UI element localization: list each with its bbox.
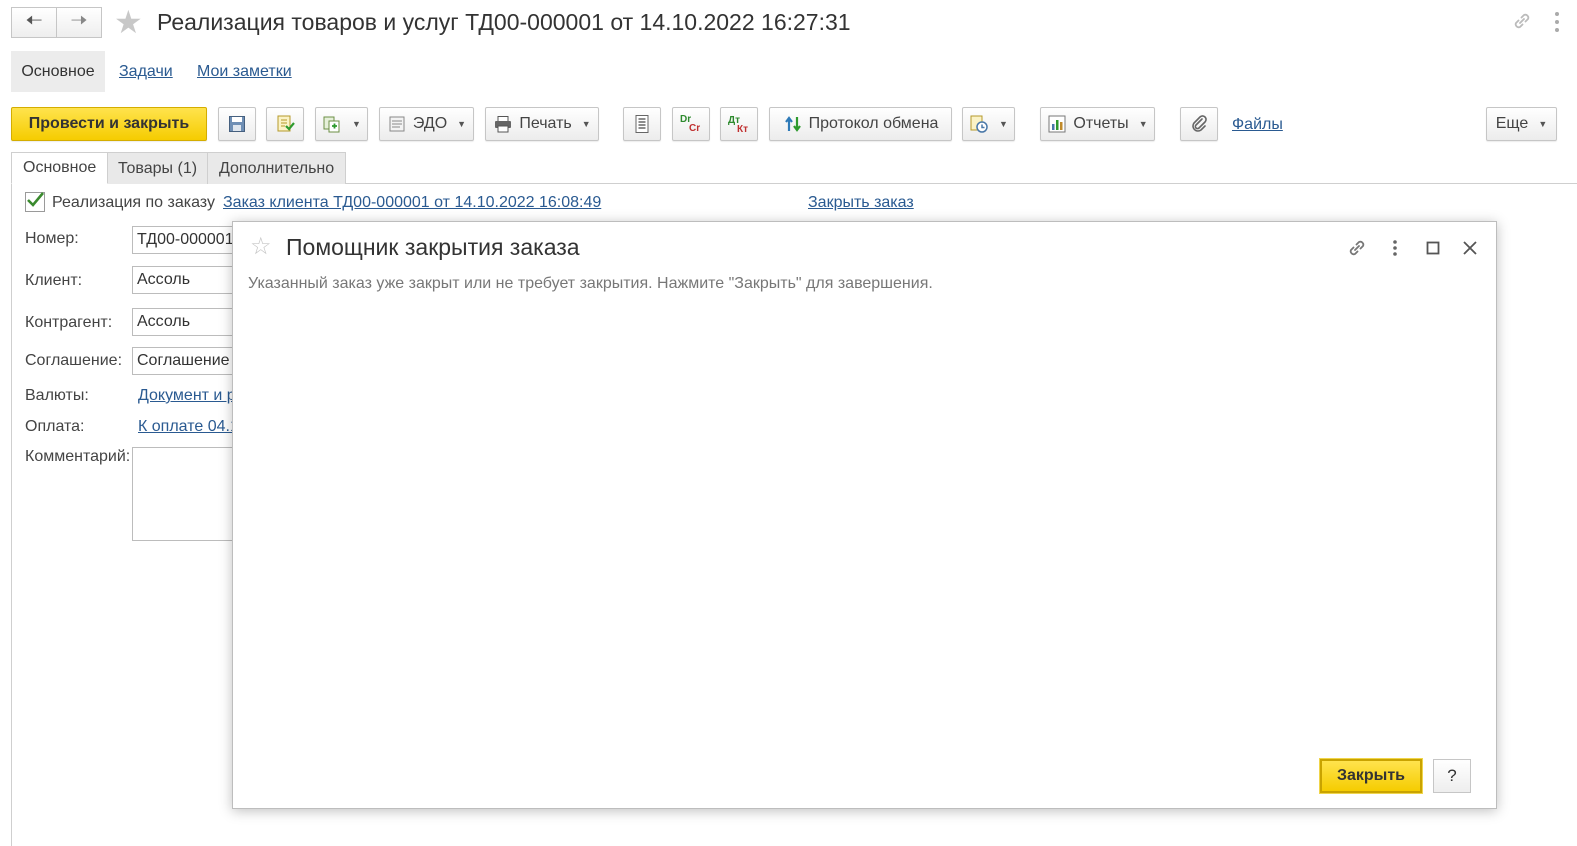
dialog-close-icon[interactable] bbox=[1458, 236, 1482, 260]
dropdown-caret-icon: ▼ bbox=[999, 119, 1008, 129]
arrow-left-icon: 🠠 bbox=[25, 9, 43, 32]
dialog-link-icon[interactable] bbox=[1345, 236, 1369, 260]
dialog-title: Помощник закрытия заказа bbox=[286, 234, 580, 260]
dialog-help-button[interactable]: ? bbox=[1433, 759, 1471, 793]
post-and-close-button[interactable]: Провести и закрыть bbox=[11, 107, 207, 141]
payment-link[interactable]: К оплате 04.1 bbox=[138, 418, 239, 436]
agreement-label: Соглашение: bbox=[25, 352, 123, 369]
dropdown-caret-icon: ▼ bbox=[1538, 119, 1548, 129]
close-order-link[interactable]: Закрыть заказ bbox=[808, 194, 914, 212]
post-document-icon bbox=[277, 115, 295, 132]
dialog-more-vertical-icon[interactable] bbox=[1383, 236, 1407, 260]
reports-chart-icon bbox=[1048, 115, 1066, 133]
edo-label: ЭДО bbox=[412, 115, 448, 132]
kt-label: Кт bbox=[737, 124, 749, 135]
attach-files-button[interactable] bbox=[1180, 107, 1218, 141]
back-button[interactable]: 🠠 bbox=[11, 7, 57, 38]
cr-label: Cr bbox=[689, 123, 701, 134]
reports-label: Отчеты bbox=[1073, 115, 1129, 132]
edo-button[interactable]: ЭДО ▼ bbox=[379, 107, 474, 141]
link-icon[interactable] bbox=[1511, 10, 1533, 32]
counterparty-label: Контрагент: bbox=[25, 314, 113, 331]
dialog-message: Указанный заказ уже закрыт или не требуе… bbox=[248, 275, 933, 292]
more-vertical-icon[interactable] bbox=[1553, 10, 1561, 34]
structure-button[interactable] bbox=[623, 107, 661, 141]
dialog-close-button[interactable]: Закрыть bbox=[1320, 759, 1422, 793]
dropdown-caret-icon: ▼ bbox=[352, 119, 361, 129]
currency-link[interactable]: Документ и р bbox=[138, 387, 236, 405]
comment-label: Комментарий: bbox=[25, 448, 131, 465]
by-order-label: Реализация по заказу bbox=[52, 194, 215, 211]
section-tab-main[interactable]: Основное bbox=[11, 51, 105, 92]
dr-cr-icon: Dr Cr bbox=[680, 114, 702, 134]
more-label: Еще bbox=[1495, 115, 1529, 132]
dropdown-caret-icon: ▼ bbox=[457, 119, 467, 129]
form-tab-main[interactable]: Основное bbox=[11, 152, 109, 184]
reports-button[interactable]: Отчеты ▼ bbox=[1040, 107, 1155, 141]
dropdown-caret-icon: ▼ bbox=[1138, 119, 1148, 129]
dt-kt-icon: Дт Кт bbox=[728, 114, 750, 135]
form-left-border bbox=[11, 184, 12, 846]
comment-textarea[interactable] bbox=[132, 447, 242, 541]
forward-button[interactable]: 🠢 bbox=[56, 7, 102, 38]
payment-label: Оплата: bbox=[25, 418, 85, 435]
print-button[interactable]: Печать ▼ bbox=[485, 107, 599, 141]
arrow-right-icon: 🠢 bbox=[70, 9, 88, 32]
exchange-protocol-label: Протокол обмена bbox=[808, 115, 939, 132]
section-tab-tasks[interactable]: Задачи bbox=[119, 63, 173, 81]
document-list-icon bbox=[635, 115, 649, 133]
exchange-protocol-button[interactable]: Протокол обмена bbox=[769, 107, 952, 141]
document-history-icon bbox=[970, 115, 988, 133]
exchange-arrows-icon bbox=[784, 116, 801, 132]
create-based-on-button[interactable]: ▼ bbox=[315, 107, 368, 141]
save-button[interactable] bbox=[218, 107, 256, 141]
document-history-button[interactable]: ▼ bbox=[962, 107, 1015, 141]
dr-cr-button[interactable]: Dr Cr bbox=[672, 107, 710, 141]
form-tab-additional[interactable]: Дополнительно bbox=[207, 152, 347, 184]
dt-kt-button[interactable]: Дт Кт bbox=[720, 107, 758, 141]
close-order-assistant-dialog: ☆ Помощник закрытия заказа Указанный зак… bbox=[232, 221, 1497, 809]
number-label: Номер: bbox=[25, 230, 79, 247]
order-link[interactable]: Заказ клиента ТД00-000001 от 14.10.2022 … bbox=[223, 194, 601, 212]
paperclip-icon bbox=[1192, 115, 1207, 132]
page-title: Реализация товаров и услуг ТД00-000001 о… bbox=[157, 9, 851, 35]
files-link[interactable]: Файлы bbox=[1232, 116, 1283, 134]
post-button[interactable] bbox=[266, 107, 304, 141]
counterparty-field[interactable]: Ассоль bbox=[132, 308, 242, 336]
favorite-star-icon[interactable]: ★ bbox=[114, 6, 143, 38]
save-icon bbox=[229, 116, 245, 132]
number-field[interactable]: ТД00-000001 bbox=[132, 226, 242, 254]
edo-icon bbox=[389, 116, 405, 132]
more-button[interactable]: Еще ▼ bbox=[1486, 107, 1557, 141]
agreement-field[interactable]: Соглашение bbox=[132, 347, 242, 375]
create-based-icon bbox=[323, 116, 340, 133]
section-tab-notes[interactable]: Мои заметки bbox=[197, 63, 292, 81]
currency-label: Валюты: bbox=[25, 387, 89, 404]
client-label: Клиент: bbox=[25, 272, 83, 289]
print-label: Печать bbox=[519, 115, 572, 132]
form-tab-goods[interactable]: Товары (1) bbox=[106, 152, 210, 184]
client-field[interactable]: Ассоль bbox=[132, 266, 242, 294]
dialog-maximize-icon[interactable] bbox=[1421, 236, 1445, 260]
by-order-checkbox[interactable] bbox=[25, 192, 45, 212]
checkmark-icon bbox=[27, 192, 44, 207]
dropdown-caret-icon: ▼ bbox=[581, 119, 591, 129]
favorite-star-outline-icon[interactable]: ☆ bbox=[250, 234, 272, 260]
printer-icon bbox=[495, 116, 512, 133]
